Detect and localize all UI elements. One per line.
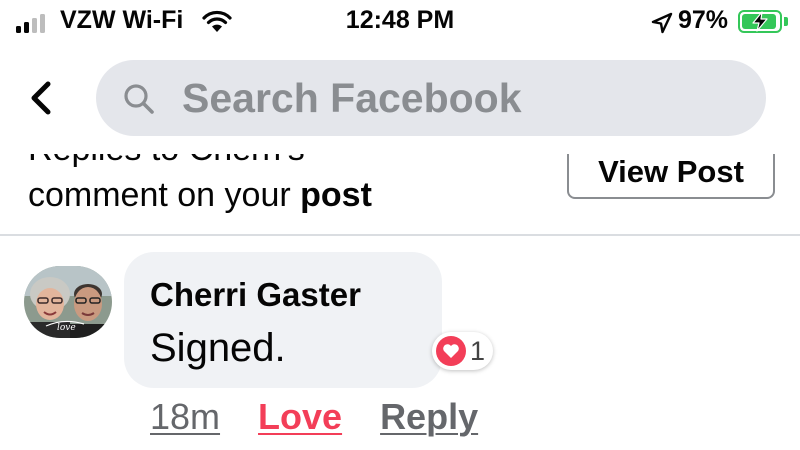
notification-line-1: Replies to Cherri's — [28, 154, 548, 172]
search-icon — [124, 84, 154, 114]
chevron-left-icon — [31, 81, 51, 115]
comment-author[interactable]: Cherri Gaster — [150, 276, 361, 314]
heart-icon — [436, 336, 466, 366]
svg-text:love: love — [57, 323, 76, 333]
battery-nub — [784, 17, 788, 26]
search-placeholder: Search Facebook — [182, 75, 522, 121]
reaction-count: 1 — [470, 335, 486, 366]
notification-header: Replies to Cherri's comment on your post… — [0, 154, 800, 234]
back-button[interactable] — [22, 78, 62, 118]
charging-bolt-icon — [752, 11, 768, 32]
comment-text: Signed. — [150, 326, 286, 370]
location-icon — [651, 12, 673, 34]
status-bar: VZW Wi-Fi 12:48 PM 97% — [0, 0, 800, 44]
divider — [0, 234, 800, 236]
notification-text: Replies to Cherri's comment on your post — [28, 154, 548, 218]
avatar-photo: love — [24, 266, 112, 338]
avatar[interactable]: love — [24, 266, 112, 338]
reply-button[interactable]: Reply — [380, 396, 478, 438]
search-bar[interactable]: Search Facebook — [96, 60, 766, 136]
comment-bubble: Cherri Gaster Signed. — [124, 252, 442, 388]
notification-line-2-bold: post — [300, 176, 372, 214]
reaction-badge[interactable]: 1 — [432, 332, 494, 370]
notification-line-2-prefix: comment on your — [28, 176, 301, 214]
love-button[interactable]: Love — [258, 396, 342, 438]
comment-time-link[interactable]: 18m — [150, 396, 220, 438]
notification-line-2: comment on your post — [28, 172, 548, 218]
battery-percent: 97% — [678, 6, 729, 34]
view-post-button[interactable]: View Post — [567, 154, 775, 199]
comment-actions: 18m Love Reply — [150, 396, 478, 438]
